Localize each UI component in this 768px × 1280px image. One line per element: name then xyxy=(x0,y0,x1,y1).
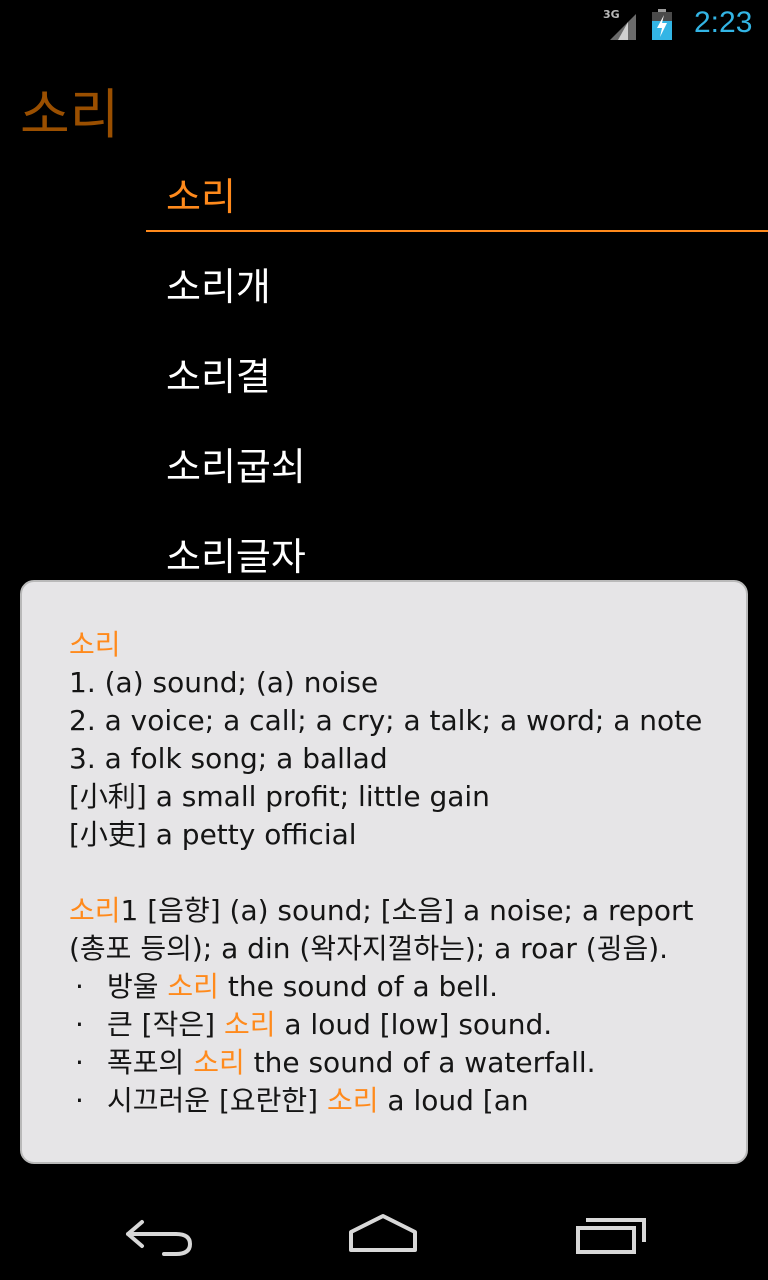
definition-sense: 3. a folk song; a ballad xyxy=(69,742,388,775)
definition-sense: 2. a voice; a call; a cry; a talk; a wor… xyxy=(69,704,703,737)
battery-charging-icon xyxy=(652,9,672,40)
definition-sense: [小利] a small profit; little gain xyxy=(69,780,490,813)
entry-paragraph: 소리1 [음향] (a) sound; [소음] a noise; a repo… xyxy=(69,892,709,968)
example-after: a loud [low] sound. xyxy=(275,1008,553,1041)
example-before: 시끄러운 [요란한] xyxy=(107,1084,327,1117)
example-highlight: 소리 xyxy=(193,1046,245,1079)
bullet-dot: · xyxy=(75,970,84,1003)
example-highlight: 소리 xyxy=(326,1084,379,1117)
page-title: 소리 xyxy=(20,83,120,146)
example-item: · 방울 소리 the sound of a bell. xyxy=(69,968,709,1006)
definition-headword: 소리 xyxy=(69,628,121,661)
signal-icon xyxy=(610,14,636,40)
entry-number: 1 xyxy=(120,894,139,927)
home-icon[interactable] xyxy=(343,1210,423,1260)
definition-content[interactable]: 소리 1. (a) sound; (a) noise 2. a voice; a… xyxy=(69,626,709,1144)
back-arrow-icon[interactable] xyxy=(120,1210,200,1260)
example-before: 폭포의 xyxy=(107,1046,194,1079)
example-before: 방울 xyxy=(107,970,168,1003)
example-after: a loud [an xyxy=(378,1084,529,1117)
bullet-dot: · xyxy=(75,1046,84,1079)
result-item-selected[interactable]: 소리 xyxy=(146,152,768,232)
example-after: the sound of a waterfall. xyxy=(244,1046,596,1079)
entry-text: [음향] (a) sound; [소음] a noise; a report (… xyxy=(69,894,694,965)
result-list: 소리 소리개 소리결 소리굽쇠 소리글자 xyxy=(146,152,768,602)
example-before: 큰 [작은] xyxy=(107,1008,224,1041)
example-item: · 시끄러운 [요란한] 소리 a loud [an xyxy=(69,1082,709,1120)
recent-apps-icon[interactable] xyxy=(570,1210,650,1260)
result-item[interactable]: 소리결 xyxy=(146,332,768,422)
status-bar: 3G 2:23 xyxy=(0,0,768,50)
result-item[interactable]: 소리굽쇠 xyxy=(146,422,768,512)
bullet-dot: · xyxy=(75,1084,84,1117)
navigation-bar xyxy=(0,1190,768,1280)
entry-headword: 소리 xyxy=(69,894,121,927)
example-item: · 폭포의 소리 the sound of a waterfall. xyxy=(69,1044,709,1082)
status-clock: 2:23 xyxy=(694,6,753,39)
example-highlight: 소리 xyxy=(167,970,219,1003)
example-after: the sound of a bell. xyxy=(218,970,498,1003)
result-item[interactable]: 소리개 xyxy=(146,242,768,332)
example-highlight: 소리 xyxy=(223,1008,276,1041)
definition-popup[interactable]: 소리 1. (a) sound; (a) noise 2. a voice; a… xyxy=(20,580,748,1164)
definition-sense: [小吏] a petty official xyxy=(69,818,357,851)
bullet-dot: · xyxy=(75,1008,84,1041)
example-item: · 큰 [작은] 소리 a loud [low] sound. xyxy=(69,1006,709,1044)
definition-sense: 1. (a) sound; (a) noise xyxy=(69,666,379,699)
